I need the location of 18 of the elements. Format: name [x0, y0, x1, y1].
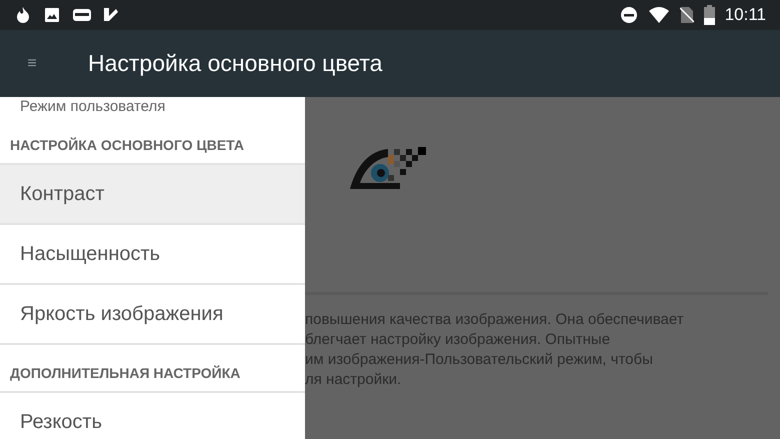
description-line: ля настройки. — [305, 370, 402, 390]
flame-icon — [14, 6, 32, 24]
no-sim-icon — [680, 6, 694, 24]
check-icon — [102, 6, 120, 24]
clock: 10:11 — [724, 4, 766, 26]
eye-logo-icon — [350, 147, 428, 190]
wifi-icon — [648, 6, 670, 24]
do-not-disturb-icon — [620, 6, 638, 24]
menu-button[interactable]: ≡ — [22, 52, 42, 76]
description-line: повышения качества изображения. Она обеспечивает — [305, 310, 684, 330]
description-line: блегчает настройку изображения. Опытные — [305, 330, 612, 350]
description-line: им изображения-Пользовательский режим, чтобы — [305, 350, 654, 370]
drawer-item[interactable]: Контраст — [0, 165, 305, 225]
gamepad-icon — [72, 7, 92, 23]
app-title: Настройка основного цвета — [88, 49, 382, 78]
drawer-item[interactable]: Режим пользователя — [0, 97, 305, 117]
image-icon — [44, 7, 60, 23]
battery-icon — [704, 5, 715, 25]
